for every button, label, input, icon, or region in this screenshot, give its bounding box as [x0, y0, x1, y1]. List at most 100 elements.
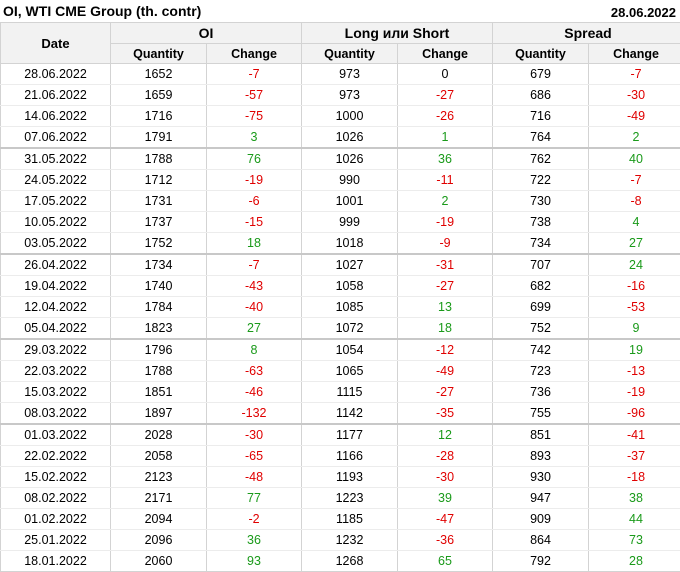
oi-change-cell: -57	[207, 85, 302, 106]
oi-quantity-cell: 1788	[111, 148, 207, 170]
spread-quantity-cell: 764	[493, 127, 589, 149]
long-short-quantity-cell: 1027	[302, 254, 398, 276]
spread-change-cell: -7	[589, 170, 680, 191]
oi-quantity-cell: 1823	[111, 318, 207, 340]
spread-change-header: Change	[589, 44, 680, 64]
oi-change-cell: -15	[207, 212, 302, 233]
long-short-change-cell: -26	[398, 106, 493, 127]
spread-change-cell: -37	[589, 446, 680, 467]
oi-change-cell: 27	[207, 318, 302, 340]
title-bar: OI, WTI CME Group (th. contr) 28.06.2022	[0, 0, 680, 22]
long-short-change-cell: 1	[398, 127, 493, 149]
spread-change-cell: -53	[589, 297, 680, 318]
date-cell: 03.05.2022	[1, 233, 111, 255]
long-short-change-cell: -28	[398, 446, 493, 467]
long-short-change-cell: -27	[398, 382, 493, 403]
date-cell: 12.04.2022	[1, 297, 111, 318]
long-short-quantity-cell: 1268	[302, 551, 398, 572]
oi-quantity-cell: 2171	[111, 488, 207, 509]
oi-quantity-cell: 2028	[111, 424, 207, 446]
long-short-quantity-cell: 1166	[302, 446, 398, 467]
long-short-change-cell: -27	[398, 276, 493, 297]
table-row: 31.05.202217887610263676240	[1, 148, 680, 170]
spread-change-cell: -19	[589, 382, 680, 403]
oi-change-cell: -40	[207, 297, 302, 318]
oi-change-cell: -7	[207, 64, 302, 85]
oi-change-cell: -43	[207, 276, 302, 297]
date-cell: 25.01.2022	[1, 530, 111, 551]
table-row: 08.02.202221717712233994738	[1, 488, 680, 509]
date-cell: 28.06.2022	[1, 64, 111, 85]
spread-change-cell: -96	[589, 403, 680, 425]
spread-quantity-cell: 742	[493, 339, 589, 361]
spread-change-cell: -8	[589, 191, 680, 212]
oi-group-header: OI	[111, 23, 302, 44]
spread-change-cell: 27	[589, 233, 680, 255]
spread-change-cell: 40	[589, 148, 680, 170]
table-row: 07.06.202217913102617642	[1, 127, 680, 149]
long-short-quantity-cell: 1115	[302, 382, 398, 403]
oi-change-header: Change	[207, 44, 302, 64]
long-short-quantity-header: Quantity	[302, 44, 398, 64]
oi-quantity-cell: 1752	[111, 233, 207, 255]
table-row: 19.04.20221740-431058-27682-16	[1, 276, 680, 297]
table-row: 24.05.20221712-19990-11722-7	[1, 170, 680, 191]
table-row: 12.04.20221784-40108513699-53	[1, 297, 680, 318]
spread-change-cell: -18	[589, 467, 680, 488]
table-row: 26.04.20221734-71027-3170724	[1, 254, 680, 276]
table-row: 25.01.20222096361232-3686473	[1, 530, 680, 551]
table-row: 21.06.20221659-57973-27686-30	[1, 85, 680, 106]
oi-change-cell: -132	[207, 403, 302, 425]
long-short-change-cell: -47	[398, 509, 493, 530]
oi-quantity-cell: 1851	[111, 382, 207, 403]
oi-change-cell: -2	[207, 509, 302, 530]
oi-change-cell: -46	[207, 382, 302, 403]
oi-quantity-cell: 1712	[111, 170, 207, 191]
oi-quantity-cell: 1734	[111, 254, 207, 276]
table-row: 22.03.20221788-631065-49723-13	[1, 361, 680, 382]
spread-quantity-cell: 893	[493, 446, 589, 467]
spread-change-cell: 4	[589, 212, 680, 233]
oi-change-cell: 93	[207, 551, 302, 572]
long-short-quantity-cell: 1001	[302, 191, 398, 212]
table-row: 18.01.202220609312686579228	[1, 551, 680, 572]
spread-quantity-cell: 682	[493, 276, 589, 297]
oi-change-cell: 77	[207, 488, 302, 509]
oi-change-cell: -48	[207, 467, 302, 488]
spread-quantity-cell: 947	[493, 488, 589, 509]
spread-change-cell: -7	[589, 64, 680, 85]
spread-change-cell: 38	[589, 488, 680, 509]
oi-quantity-header: Quantity	[111, 44, 207, 64]
long-short-change-cell: 13	[398, 297, 493, 318]
long-short-change-cell: -27	[398, 85, 493, 106]
oi-quantity-cell: 1784	[111, 297, 207, 318]
spread-quantity-cell: 699	[493, 297, 589, 318]
spread-quantity-cell: 734	[493, 233, 589, 255]
date-cell: 08.03.2022	[1, 403, 111, 425]
date-cell: 08.02.2022	[1, 488, 111, 509]
oi-change-cell: -65	[207, 446, 302, 467]
long-short-quantity-cell: 1085	[302, 297, 398, 318]
spread-quantity-cell: 930	[493, 467, 589, 488]
oi-quantity-cell: 1731	[111, 191, 207, 212]
long-short-quantity-cell: 973	[302, 64, 398, 85]
table-row: 17.05.20221731-610012730-8	[1, 191, 680, 212]
table-body: 28.06.20221652-79730679-721.06.20221659-…	[1, 64, 680, 572]
long-short-change-cell: 0	[398, 64, 493, 85]
oi-change-cell: 18	[207, 233, 302, 255]
date-cell: 22.02.2022	[1, 446, 111, 467]
oi-quantity-cell: 2094	[111, 509, 207, 530]
date-header: Date	[1, 23, 111, 64]
spread-change-cell: 19	[589, 339, 680, 361]
long-short-change-cell: -11	[398, 170, 493, 191]
table-row: 05.04.20221823271072187529	[1, 318, 680, 340]
date-cell: 05.04.2022	[1, 318, 111, 340]
oi-quantity-cell: 2123	[111, 467, 207, 488]
oi-quantity-cell: 1791	[111, 127, 207, 149]
oi-quantity-cell: 1652	[111, 64, 207, 85]
long-short-change-cell: -49	[398, 361, 493, 382]
oi-quantity-cell: 1737	[111, 212, 207, 233]
date-cell: 15.03.2022	[1, 382, 111, 403]
date-cell: 14.06.2022	[1, 106, 111, 127]
spread-quantity-header: Quantity	[493, 44, 589, 64]
